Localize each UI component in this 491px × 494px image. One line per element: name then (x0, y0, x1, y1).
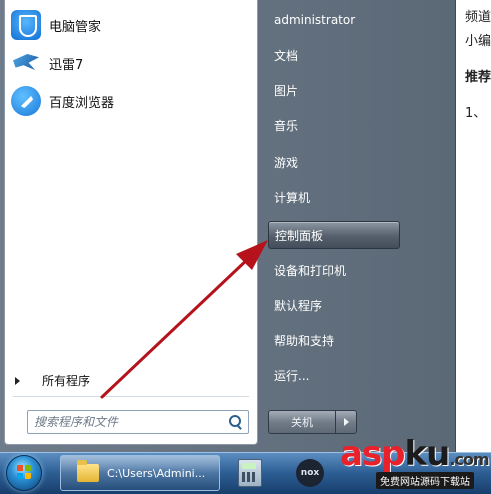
program-label: 百度浏览器 (49, 95, 115, 111)
start-button[interactable] (6, 455, 42, 491)
folder-icon (77, 460, 99, 482)
nox-icon[interactable]: nox (296, 459, 324, 487)
watermark-subtitle: 免费网站源码下载站 (376, 472, 474, 489)
shutdown-button[interactable]: 关机 (268, 410, 336, 434)
program-label: 电脑管家 (49, 19, 102, 35)
right-item-devices-printers[interactable]: 设备和打印机 (268, 256, 400, 284)
start-menu: 电脑管家 迅雷7 百度浏览器 所有程序 administrator 文档 图片 … (0, 0, 456, 452)
search-input[interactable] (28, 414, 226, 430)
right-item-default-programs[interactable]: 默认程序 (268, 291, 400, 319)
search-icon[interactable] (226, 413, 244, 431)
watermark-suffix: .com (449, 450, 489, 469)
windows-logo-icon (17, 465, 31, 479)
article-heading: 推荐 (465, 70, 491, 85)
watermark-ku: ku (404, 434, 451, 474)
triangle-right-icon (15, 376, 20, 385)
right-item-games[interactable]: 游戏 (268, 148, 400, 176)
watermark-logo: aspku.com (340, 434, 490, 474)
right-item-control-panel[interactable]: 控制面板 (268, 221, 400, 249)
watermark: aspku.com 免费网站源码下载站 (332, 428, 491, 490)
start-menu-programs-panel: 电脑管家 迅雷7 百度浏览器 所有程序 (4, 0, 258, 445)
right-item-computer[interactable]: 计算机 (268, 183, 400, 211)
start-search-box[interactable] (27, 410, 249, 434)
right-item-music[interactable]: 音乐 (268, 111, 400, 139)
all-programs-label: 所有程序 (42, 374, 91, 388)
program-label: 迅雷7 (49, 57, 84, 73)
program-item-baidu-browser[interactable]: 百度浏览器 (11, 84, 247, 118)
right-item-help-support[interactable]: 帮助和支持 (268, 326, 400, 354)
right-item-run[interactable]: 运行... (268, 361, 400, 389)
browser-icon (11, 86, 41, 116)
article-panel: 频道 小编 推荐 1、 (455, 0, 491, 452)
article-line: 频道 (465, 10, 491, 25)
bird-icon (11, 48, 41, 78)
divider (13, 396, 249, 397)
article-line: 1、 (465, 106, 487, 121)
calculator-icon[interactable] (238, 459, 262, 487)
program-item-thunder[interactable]: 迅雷7 (11, 46, 247, 80)
article-line: 小编 (465, 34, 491, 49)
all-programs-button[interactable]: 所有程序 (15, 372, 90, 389)
right-item-documents[interactable]: 文档 (268, 41, 400, 69)
explorer-path-label: C:\Users\Admini... (107, 466, 206, 480)
right-item-pictures[interactable]: 图片 (268, 76, 400, 104)
watermark-asp: asp (340, 434, 406, 474)
shield-icon (11, 10, 41, 40)
taskbar-explorer-window[interactable]: C:\Users\Admini... (60, 455, 220, 491)
program-item-pc-manager[interactable]: 电脑管家 (11, 8, 247, 42)
user-name[interactable]: administrator (268, 6, 400, 34)
